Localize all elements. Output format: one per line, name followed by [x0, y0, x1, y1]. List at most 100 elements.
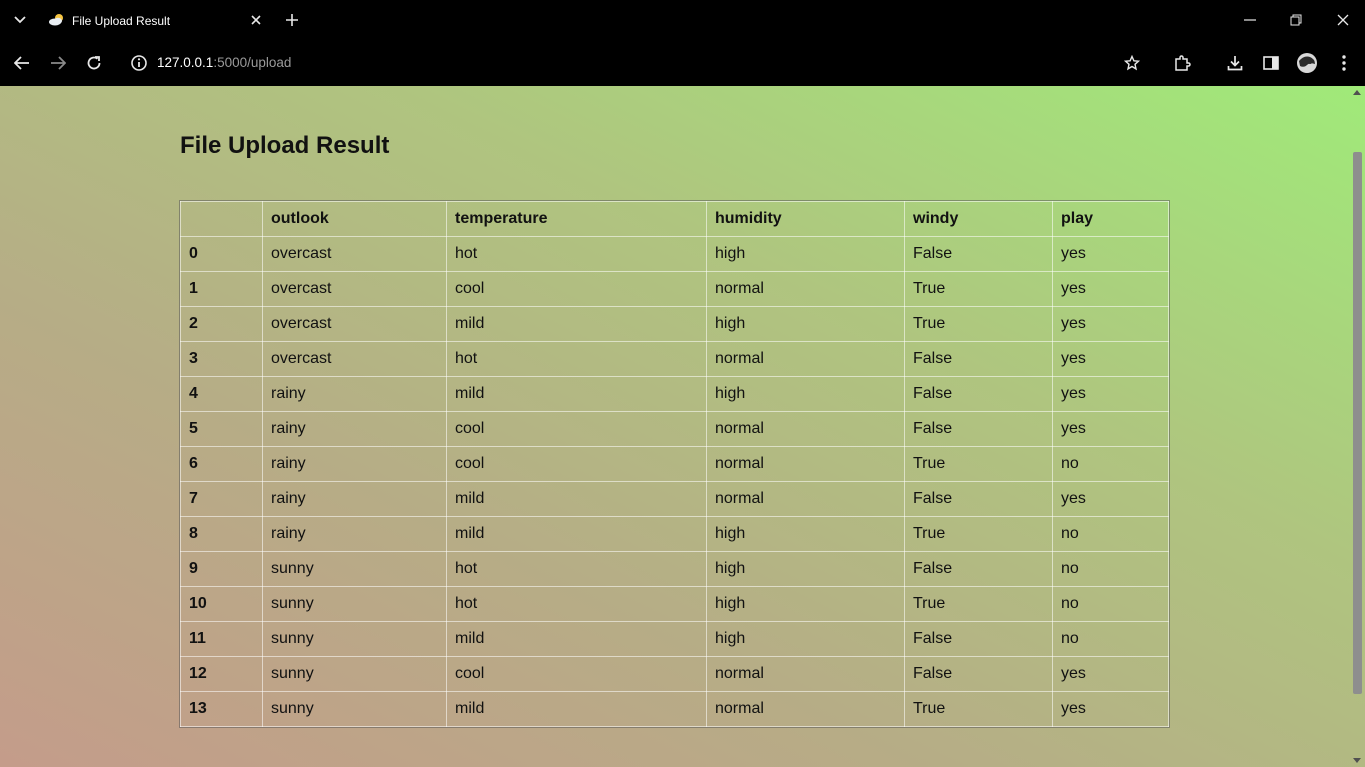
download-icon[interactable]: [1222, 50, 1248, 76]
table-cell: True: [904, 586, 1053, 622]
table-cell: overcast: [262, 306, 447, 342]
table-cell: True: [904, 691, 1053, 727]
reload-icon[interactable]: [81, 50, 107, 76]
column-header-windy: windy: [904, 201, 1053, 237]
page-title: File Upload Result: [180, 132, 390, 159]
table-cell: high: [706, 306, 905, 342]
row-index-cell: 1: [180, 271, 263, 307]
table-cell: False: [904, 411, 1053, 447]
side-panel-icon[interactable]: [1258, 50, 1284, 76]
browser-tab[interactable]: File Upload Result: [38, 4, 270, 40]
table-cell: mild: [446, 481, 707, 517]
table-cell: overcast: [262, 341, 447, 377]
table-cell: normal: [706, 271, 905, 307]
minimize-icon[interactable]: [1238, 8, 1262, 32]
tab-close-icon[interactable]: [246, 11, 266, 31]
table-row: 13 sunny mild normal True yes: [180, 691, 1169, 727]
table-cell: hot: [446, 551, 707, 587]
table-row: 11 sunny mild high False no: [180, 621, 1169, 657]
table-cell: False: [904, 481, 1053, 517]
tab-search-chevron-icon[interactable]: [8, 9, 32, 31]
table-cell: False: [904, 236, 1053, 272]
bookmark-star-icon[interactable]: [1119, 50, 1145, 76]
table-row: 2 overcast mild high True yes: [180, 306, 1169, 342]
table-cell: no: [1052, 516, 1169, 552]
table-cell: high: [706, 376, 905, 412]
table-cell: high: [706, 586, 905, 622]
table-cell: yes: [1052, 376, 1169, 412]
row-index-cell: 3: [180, 341, 263, 377]
table-cell: rainy: [262, 481, 447, 517]
table-row: 9 sunny hot high False no: [180, 551, 1169, 587]
table-cell: False: [904, 656, 1053, 692]
site-info-icon[interactable]: [130, 54, 148, 72]
profile-avatar-icon[interactable]: [1294, 50, 1320, 76]
table-cell: True: [904, 516, 1053, 552]
table-cell: mild: [446, 516, 707, 552]
row-index-cell: 4: [180, 376, 263, 412]
new-tab-plus-icon[interactable]: [280, 9, 304, 31]
table-cell: True: [904, 306, 1053, 342]
close-window-icon[interactable]: [1331, 8, 1355, 32]
table-cell: mild: [446, 691, 707, 727]
table-cell: normal: [706, 341, 905, 377]
table-cell: sunny: [262, 586, 447, 622]
table-cell: overcast: [262, 236, 447, 272]
address-bar[interactable]: 127.0.0.1:5000/upload: [120, 46, 1110, 80]
column-header-humidity: humidity: [706, 201, 905, 237]
table-cell: no: [1052, 586, 1169, 622]
table-row: 3 overcast hot normal False yes: [180, 341, 1169, 377]
column-header-play: play: [1052, 201, 1169, 237]
table-cell: False: [904, 621, 1053, 657]
table-cell: rainy: [262, 411, 447, 447]
table-row: 6 rainy cool normal True no: [180, 446, 1169, 482]
url-path: :5000/upload: [213, 55, 292, 70]
tab-strip: File Upload Result: [0, 0, 1365, 40]
tab-title: File Upload Result: [72, 14, 171, 28]
table-row: 10 sunny hot high True no: [180, 586, 1169, 622]
url-host: 127.0.0.1: [157, 55, 214, 70]
table-header: outlook temperature humidity windy play: [180, 201, 1169, 237]
table-cell: mild: [446, 376, 707, 412]
scroll-down-arrow-icon[interactable]: [1353, 758, 1361, 763]
table-cell: False: [904, 376, 1053, 412]
table-cell: normal: [706, 446, 905, 482]
table-row: 7 rainy mild normal False yes: [180, 481, 1169, 517]
table-cell: sunny: [262, 691, 447, 727]
table-cell: normal: [706, 691, 905, 727]
weather-favicon-icon: [48, 13, 66, 27]
table-body: 0 overcast hot high False yes 1 overcast cool nor…: [180, 236, 1169, 727]
scroll-up-arrow-icon[interactable]: [1353, 90, 1361, 95]
table-cell: sunny: [262, 621, 447, 657]
scroll-thumb[interactable]: [1353, 152, 1362, 694]
table-cell: True: [904, 271, 1053, 307]
table-cell: no: [1052, 621, 1169, 657]
table-cell: yes: [1052, 341, 1169, 377]
back-arrow-icon[interactable]: [9, 50, 35, 76]
header-row: outlook temperature humidity windy play: [180, 201, 1169, 237]
table-cell: False: [904, 341, 1053, 377]
table-cell: cool: [446, 271, 707, 307]
table-cell: normal: [706, 411, 905, 447]
forward-arrow-icon[interactable]: [45, 50, 71, 76]
url-text: 127.0.0.1:5000/upload: [157, 55, 291, 70]
row-index-cell: 12: [180, 656, 263, 692]
more-menu-icon[interactable]: [1331, 50, 1357, 76]
data-table: outlook temperature humidity windy play 0 ove…: [179, 200, 1170, 728]
restore-icon[interactable]: [1284, 8, 1308, 32]
table-cell: mild: [446, 621, 707, 657]
table-cell: high: [706, 236, 905, 272]
table-cell: overcast: [262, 271, 447, 307]
table-cell: hot: [446, 236, 707, 272]
table-cell: yes: [1052, 271, 1169, 307]
row-index-cell: 6: [180, 446, 263, 482]
vertical-scrollbar[interactable]: [1350, 86, 1365, 767]
table-cell: high: [706, 621, 905, 657]
table-cell: rainy: [262, 376, 447, 412]
extensions-puzzle-icon[interactable]: [1169, 50, 1195, 76]
row-index-cell: 2: [180, 306, 263, 342]
table-cell: True: [904, 446, 1053, 482]
table-cell: no: [1052, 551, 1169, 587]
row-index-cell: 5: [180, 411, 263, 447]
table-cell: normal: [706, 656, 905, 692]
